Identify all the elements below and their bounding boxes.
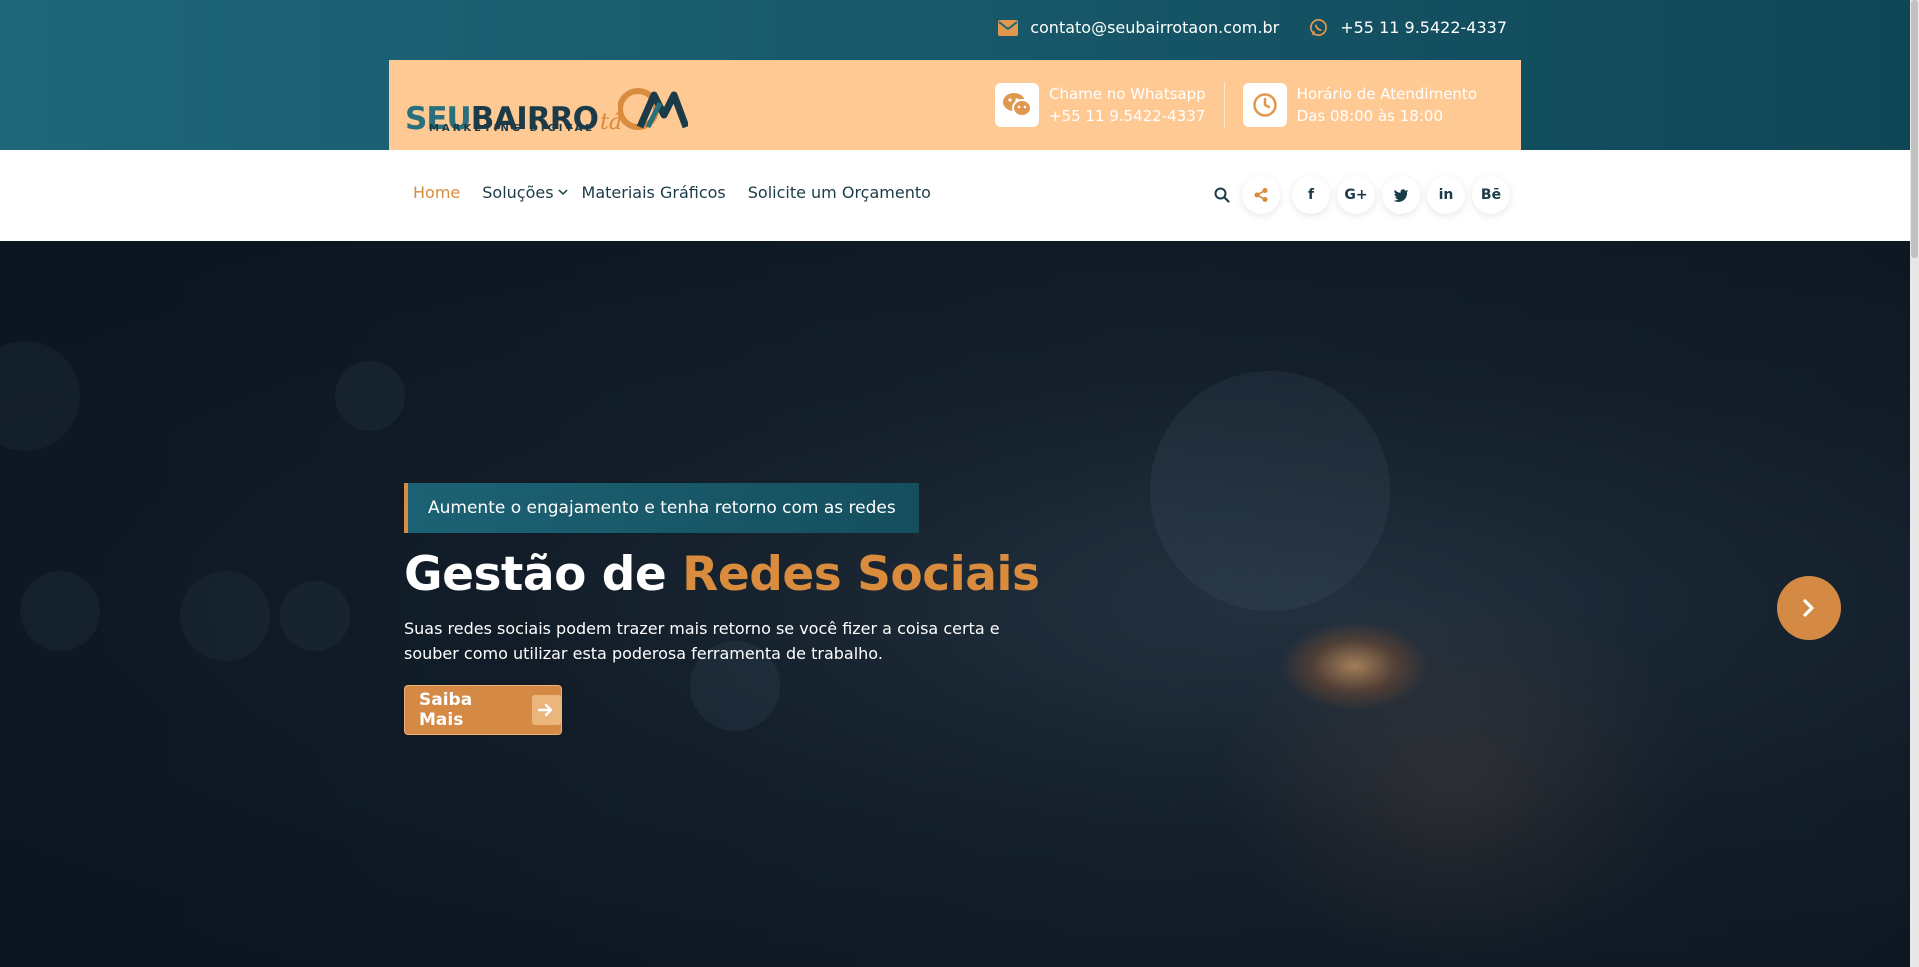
chevron-right-icon (1802, 599, 1816, 617)
hero-title: Gestão de Redes Sociais (404, 547, 1040, 602)
nav-item-orcamento[interactable]: Solicite um Orçamento (748, 183, 931, 202)
nav-item-solucoes[interactable]: Soluções (482, 183, 568, 202)
nav-item-materiais[interactable]: Materiais Gráficos (582, 183, 726, 202)
header-info: Chame no Whatsapp +55 11 9.5422-4337 Hor… (994, 82, 1477, 128)
search-icon[interactable] (1210, 176, 1234, 214)
hero-overlay (0, 241, 1910, 967)
linkedin-icon-glyph: in (1438, 187, 1454, 203)
whatsapp-icon (1309, 18, 1328, 37)
brand-bar: SEU BAIRRO tá MARKETING DIGITAL Chame no… (389, 60, 1521, 150)
whatsapp-info[interactable]: Chame no Whatsapp +55 11 9.5422-4337 (994, 83, 1206, 127)
scrollbar-thumb[interactable] (1911, 0, 1918, 258)
nav-links: Home Soluções Materiais Gráficos Solicit… (413, 183, 953, 202)
share-icon[interactable] (1242, 176, 1280, 214)
facebook-icon[interactable]: f (1292, 176, 1330, 214)
saiba-mais-label: Saiba Mais (419, 690, 473, 730)
envelope-icon (998, 19, 1019, 36)
hours-info-value: Das 08:00 às 18:00 (1296, 107, 1443, 125)
top-email[interactable]: contato@seubairrotaon.com.br (998, 18, 1279, 37)
slider-next-button[interactable] (1777, 576, 1841, 640)
chevron-down-icon (558, 189, 568, 196)
logo-subtitle: MARKETING DIGITAL (429, 123, 595, 134)
top-phone-text: +55 11 9.5422-4337 (1340, 18, 1507, 37)
hero-slider: Aumente o engajamento e tenha retorno co… (0, 241, 1910, 967)
clock-icon (1242, 83, 1287, 127)
nav-item-solucoes-label: Soluções (482, 183, 554, 202)
twitter-icon[interactable] (1382, 176, 1420, 214)
behance-icon[interactable]: Bē (1472, 176, 1510, 214)
hours-info: Horário de Atendimento Das 08:00 às 18:0… (1242, 83, 1477, 127)
whatsapp-info-value: +55 11 9.5422-4337 (1048, 107, 1206, 125)
hours-info-title: Horário de Atendimento (1296, 85, 1477, 103)
divider (1223, 82, 1225, 128)
main-nav: Home Soluções Materiais Gráficos Solicit… (0, 150, 1910, 241)
wechat-icon (994, 83, 1039, 127)
logo[interactable]: SEU BAIRRO tá MARKETING DIGITAL (405, 75, 690, 135)
hero-title-accent: Redes Sociais (682, 547, 1040, 602)
hero-description: Suas redes sociais podem trazer mais ret… (404, 619, 1000, 663)
hero-tagline: Aumente o engajamento e tenha retorno co… (404, 483, 919, 533)
top-phone[interactable]: +55 11 9.5422-4337 (1309, 18, 1507, 37)
google-plus-icon-glyph: G+ (1344, 187, 1368, 203)
behance-icon-glyph: Bē (1480, 187, 1502, 203)
whatsapp-info-title: Chame no Whatsapp (1048, 85, 1206, 103)
hero-title-main: Gestão de (404, 547, 683, 602)
top-contact-bar: contato@seubairrotaon.com.br +55 11 9.54… (968, 18, 1507, 37)
google-plus-icon[interactable]: G+ (1337, 176, 1375, 214)
nav-item-home[interactable]: Home (413, 183, 460, 202)
saiba-mais-button[interactable]: Saiba Mais (404, 685, 562, 735)
top-email-text: contato@seubairrotaon.com.br (1030, 18, 1280, 37)
nav-actions: f G+ in Bē (1210, 176, 1510, 214)
facebook-icon-glyph: f (1307, 187, 1315, 203)
logo-mark-icon (616, 81, 690, 135)
linkedin-icon[interactable]: in (1427, 176, 1465, 214)
arrow-right-icon (531, 695, 561, 725)
